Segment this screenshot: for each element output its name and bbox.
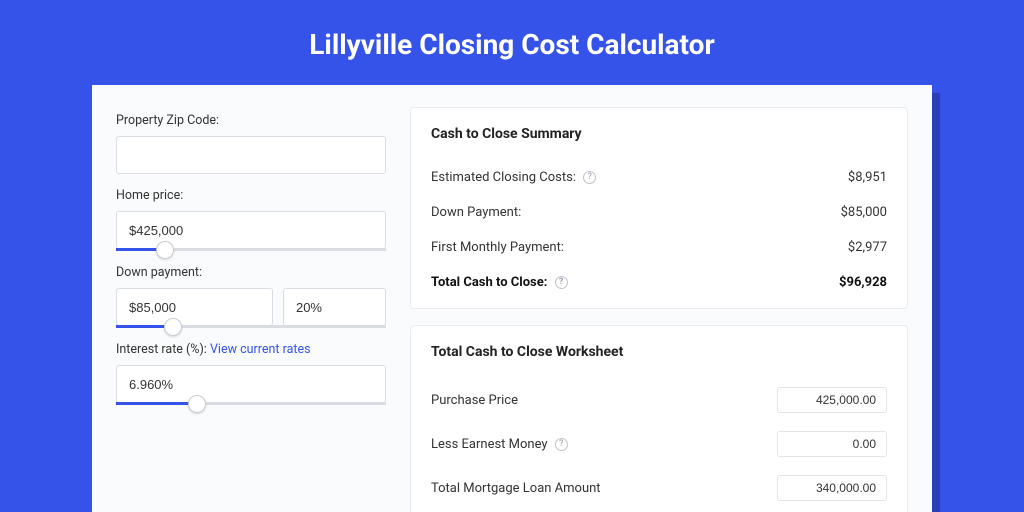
inputs-column: Property Zip Code: Home price: Down paym… — [116, 107, 386, 512]
summary-row: First Monthly Payment: $2,977 — [431, 230, 887, 265]
calculator-card: Property Zip Code: Home price: Down paym… — [92, 85, 932, 512]
interest-rate-label: Interest rate (%): — [116, 342, 207, 357]
interest-rate-input[interactable] — [116, 365, 386, 403]
summary-row: Estimated Closing Costs: ? $8,951 — [431, 160, 887, 195]
summary-row: Down Payment: $85,000 — [431, 195, 887, 230]
worksheet-row: Purchase Price — [431, 378, 887, 422]
down-payment-pct-input[interactable] — [283, 288, 386, 326]
summary-row-label: Total Cash to Close: ? — [431, 275, 568, 290]
summary-row-label: Estimated Closing Costs: ? — [431, 170, 596, 185]
worksheet-value-input[interactable] — [777, 431, 887, 457]
page-title: Lillyville Closing Cost Calculator — [0, 0, 1024, 85]
worksheet-value-input[interactable] — [777, 475, 887, 501]
summary-row-value: $2,977 — [848, 240, 887, 255]
worksheet-panel: Total Cash to Close Worksheet Purchase P… — [410, 325, 908, 512]
calculator-card-wrapper: Property Zip Code: Home price: Down paym… — [92, 85, 932, 512]
down-payment-label: Down payment: — [116, 265, 386, 280]
home-price-label: Home price: — [116, 188, 386, 203]
summary-row-value: $96,928 — [839, 275, 887, 290]
worksheet-row-label: Total Mortgage Loan Amount — [431, 481, 601, 496]
slider-thumb[interactable] — [164, 318, 182, 336]
worksheet-row-label: Less Earnest Money ? — [431, 437, 568, 452]
summary-row-label: First Monthly Payment: — [431, 240, 564, 255]
interest-rate-slider[interactable] — [116, 402, 386, 405]
zip-label: Property Zip Code: — [116, 113, 386, 128]
zip-input[interactable] — [116, 136, 386, 174]
worksheet-value-input[interactable] — [777, 387, 887, 413]
worksheet-heading: Total Cash to Close Worksheet — [431, 344, 887, 360]
summary-panel: Cash to Close Summary Estimated Closing … — [410, 107, 908, 309]
worksheet-row: Total Mortgage Loan Amount — [431, 466, 887, 510]
worksheet-row: Less Earnest Money ? — [431, 422, 887, 466]
summary-row-value: $8,951 — [848, 170, 887, 185]
summary-row: Total Cash to Close: ? $96,928 — [431, 265, 887, 300]
worksheet-row-label: Purchase Price — [431, 393, 518, 408]
interest-rate-label-row: Interest rate (%): View current rates — [116, 342, 386, 357]
help-icon[interactable]: ? — [555, 438, 568, 451]
results-column: Cash to Close Summary Estimated Closing … — [410, 107, 908, 512]
summary-row-value: $85,000 — [841, 205, 887, 220]
slider-thumb[interactable] — [188, 395, 206, 413]
home-price-slider[interactable] — [116, 248, 386, 251]
summary-row-label: Down Payment: — [431, 205, 521, 220]
slider-thumb[interactable] — [156, 241, 174, 259]
down-payment-slider[interactable] — [116, 325, 386, 328]
view-rates-link[interactable]: View current rates — [210, 342, 311, 357]
help-icon[interactable]: ? — [583, 171, 596, 184]
help-icon[interactable]: ? — [555, 276, 568, 289]
down-payment-input[interactable] — [116, 288, 273, 326]
summary-heading: Cash to Close Summary — [431, 126, 887, 142]
